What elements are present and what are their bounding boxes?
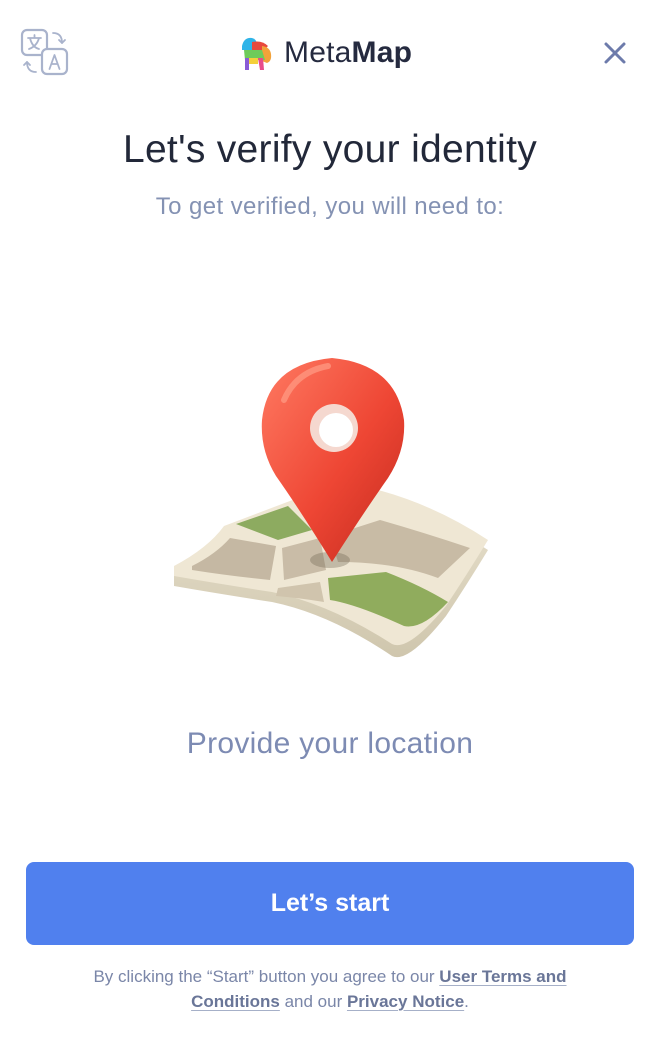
translate-icon <box>20 28 69 76</box>
brand-name: MetaMap <box>284 36 413 69</box>
privacy-link[interactable]: Privacy Notice <box>347 992 464 1011</box>
location-illustration <box>160 340 500 670</box>
legal-notice: By clicking the “Start” button you agree… <box>60 964 600 1014</box>
page-title: Let's verify your identity <box>122 128 538 171</box>
step-label: Provide your location <box>186 727 474 760</box>
legal-suffix: . <box>464 992 469 1011</box>
header: MetaMap <box>0 0 660 100</box>
close-button[interactable] <box>598 36 632 70</box>
metamap-logo-icon <box>242 37 272 70</box>
close-icon <box>604 42 626 64</box>
page-subtitle: To get verified, you will need to: <box>155 193 505 220</box>
map-pin-icon <box>174 358 488 658</box>
brand-logo: MetaMap <box>236 32 412 74</box>
legal-middle: and our <box>279 992 347 1011</box>
start-button[interactable]: Let’s start <box>26 862 634 945</box>
language-button[interactable] <box>20 28 70 76</box>
legal-prefix: By clicking the “Start” button you agree… <box>93 967 440 986</box>
